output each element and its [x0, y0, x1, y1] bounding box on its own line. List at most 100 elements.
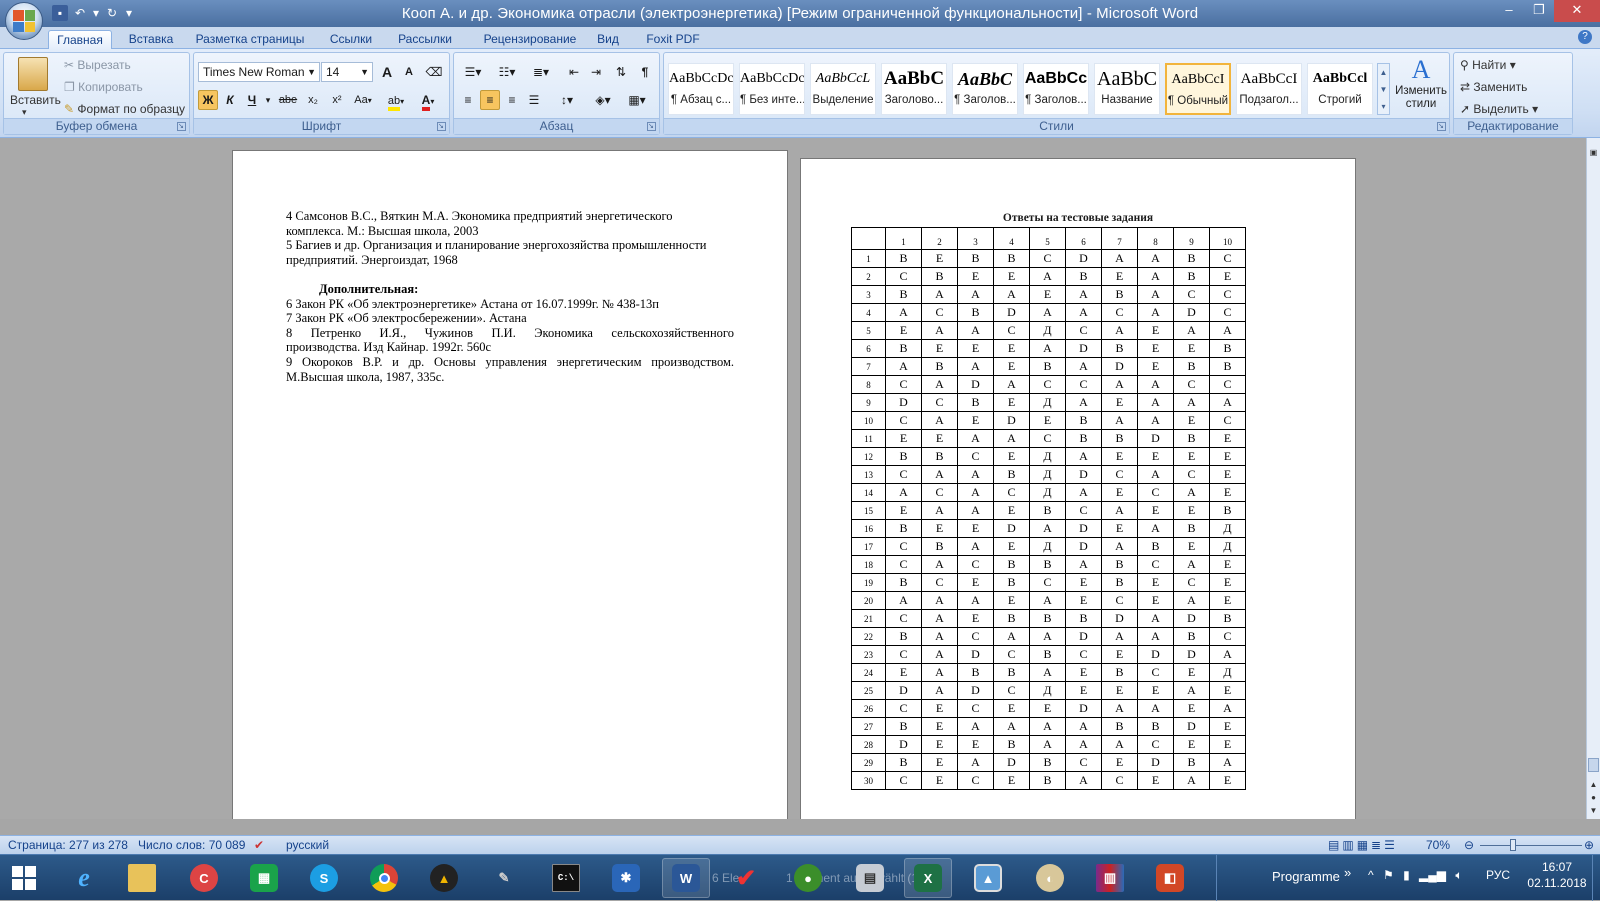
programme-toolbar[interactable]: Programme	[1272, 869, 1340, 884]
font-launcher-icon[interactable]: ↘	[437, 122, 446, 131]
decrease-indent-icon[interactable]: ⇤	[564, 62, 584, 82]
style-strong[interactable]: AaBbCcl Строгий	[1307, 63, 1373, 115]
start-button[interactable]	[0, 858, 48, 898]
ruler-toggle-icon[interactable]: ▣	[1587, 146, 1600, 159]
zoom-in-icon[interactable]: ⊕	[1584, 836, 1594, 854]
justify-icon[interactable]: ☰	[524, 90, 544, 110]
tab-mailings[interactable]: Рассылки	[392, 30, 458, 49]
print-layout-icon[interactable]: ▤	[1328, 838, 1342, 852]
shading-icon[interactable]: ◈▾	[588, 90, 618, 110]
web-layout-icon[interactable]: ▦	[1357, 838, 1371, 852]
subscript-button[interactable]: x₂	[302, 90, 324, 110]
tab-insert[interactable]: Вставка	[118, 30, 184, 49]
taskbar-green-app[interactable]: ●	[784, 858, 832, 898]
tab-foxit-pdf[interactable]: Foxit PDF	[640, 30, 706, 49]
tab-page-layout[interactable]: Разметка страницы	[190, 30, 310, 49]
taskbar-image-viewer[interactable]: ▲	[964, 858, 1012, 898]
borders-icon[interactable]: ▦▾	[622, 90, 652, 110]
chevron-up-icon[interactable]: ▲	[1378, 64, 1389, 81]
language-indicator[interactable]: русский	[286, 836, 329, 854]
flag-icon[interactable]: ⚑	[1383, 868, 1394, 882]
sort-icon[interactable]: ⇅	[610, 62, 632, 82]
page-count[interactable]: Страница: 277 из 278	[8, 836, 128, 854]
show-desktop-button[interactable]	[1592, 855, 1600, 901]
grow-font-button[interactable]: A	[377, 62, 397, 82]
tab-references[interactable]: Ссылки	[318, 30, 384, 49]
taskbar-pen-tool[interactable]: ✎	[480, 858, 528, 898]
taskbar-store[interactable]: ▦	[240, 858, 288, 898]
font-name-select[interactable]: Times New Roman ▼	[198, 62, 320, 82]
paragraph-launcher-icon[interactable]: ↘	[647, 122, 656, 131]
font-color-button[interactable]: A▾	[414, 90, 442, 111]
taskbar-office-tool[interactable]: ◧	[1146, 858, 1194, 898]
strikethrough-button[interactable]: abe	[276, 90, 300, 110]
show-hidden-icons-icon[interactable]: ^	[1368, 868, 1374, 882]
outline-icon[interactable]: ≣	[1371, 838, 1384, 852]
taskbar-calculator[interactable]: ▤	[846, 858, 894, 898]
taskbar-ccleaner[interactable]: C	[180, 858, 228, 898]
style-heading[interactable]: AaBbC Заголово...	[881, 63, 947, 115]
numbering-icon[interactable]: ☷▾	[492, 62, 522, 82]
tab-home[interactable]: Главная	[48, 30, 112, 49]
font-size-select[interactable]: 14 ▼	[321, 62, 373, 82]
align-right-icon[interactable]: ≡	[502, 90, 522, 110]
taskbar-explorer[interactable]	[118, 858, 166, 898]
scrollbar-thumb[interactable]	[1588, 758, 1599, 772]
minimize-button[interactable]: –	[1494, 0, 1524, 22]
shrink-font-button[interactable]: A	[399, 62, 419, 82]
vertical-scrollbar[interactable]: ▣ ▲ ● ▼	[1586, 138, 1600, 819]
taskbar-skype[interactable]: S	[300, 858, 348, 898]
underline-button[interactable]: Ч	[242, 90, 262, 110]
find-button[interactable]: ⚲ Найти ▾	[1460, 56, 1516, 74]
align-left-icon[interactable]: ≡	[458, 90, 478, 110]
close-button[interactable]: ✕	[1554, 0, 1600, 22]
taskbar-checklist[interactable]: ✔	[722, 858, 770, 898]
taskbar-paint[interactable]: ◐	[1026, 858, 1074, 898]
select-button[interactable]: ➚ Выделить ▾	[1460, 100, 1538, 118]
clear-format-icon[interactable]: ⌫	[423, 62, 445, 82]
chevron-down-icon[interactable]: ▼	[1378, 81, 1389, 98]
taskbar-command-prompt[interactable]: C:\	[542, 858, 590, 898]
change-case-button[interactable]: Aa▾	[350, 90, 376, 110]
increase-indent-icon[interactable]: ⇥	[586, 62, 606, 82]
draft-icon[interactable]: ☰	[1384, 838, 1398, 852]
taskbar-winrar[interactable]: ▥	[1086, 858, 1134, 898]
document-page-left[interactable]: 4 Самсонов В.С., Вяткин М.А. Экономика п…	[232, 150, 788, 819]
taskbar-app-triangle[interactable]: ▲	[420, 858, 468, 898]
show-marks-button[interactable]: ¶	[634, 62, 656, 82]
clipboard-launcher-icon[interactable]: ↘	[177, 122, 186, 131]
style-heading-2[interactable]: AaBbCc ¶ Заголов...	[1023, 63, 1089, 115]
more-icon[interactable]: ▾	[1378, 98, 1389, 115]
previous-page-icon[interactable]: ▲	[1587, 778, 1600, 791]
style-title[interactable]: AaBbC Название	[1094, 63, 1160, 115]
underline-dropdown-icon[interactable]: ▾	[264, 90, 272, 110]
style-subtitle[interactable]: AaBbCcI Подзагол...	[1236, 63, 1302, 115]
spell-check-icon[interactable]: ✔	[254, 836, 264, 854]
toolbar-expand-button[interactable]: »	[1344, 865, 1351, 880]
paste-icon[interactable]	[18, 57, 48, 91]
word-count[interactable]: Число слов: 70 089	[138, 836, 245, 854]
taskbar-word[interactable]: W	[662, 858, 710, 898]
styles-launcher-icon[interactable]: ↘	[1437, 122, 1446, 131]
zoom-out-icon[interactable]: ⊖	[1464, 836, 1474, 854]
battery-icon[interactable]: ▮	[1403, 868, 1410, 882]
view-buttons[interactable]: ▤▥▦≣☰	[1328, 836, 1398, 854]
style-normal[interactable]: AaBbCcI ¶ Обычный	[1165, 63, 1231, 115]
zoom-level[interactable]: 70%	[1426, 836, 1450, 854]
styles-scroll[interactable]: ▲ ▼ ▾	[1377, 63, 1390, 115]
style-no-spacing[interactable]: AaBbCcDc ¶ Без инте...	[739, 63, 805, 115]
align-center-icon[interactable]: ≡	[480, 90, 500, 110]
network-icon[interactable]: ▂▄▆	[1419, 868, 1446, 882]
taskbar-internet-explorer[interactable]: e	[60, 858, 108, 898]
input-language[interactable]: РУС	[1486, 868, 1510, 882]
select-browse-object-icon[interactable]: ●	[1587, 791, 1600, 804]
tab-review[interactable]: Рецензирование	[470, 30, 590, 49]
next-page-icon[interactable]: ▼	[1587, 804, 1600, 817]
change-styles-button[interactable]: A Изменить стили	[1394, 55, 1448, 119]
multilevel-list-icon[interactable]: ≣▾	[526, 62, 556, 82]
volume-icon[interactable]: 🔈︎	[1455, 868, 1462, 882]
tab-view[interactable]: Вид	[596, 30, 620, 49]
office-button[interactable]	[5, 2, 43, 40]
zoom-slider[interactable]	[1480, 845, 1582, 846]
document-page-right[interactable]: Ответы на тестовые задания 1 2 3 4 5 6 7 8 9 10 1…	[800, 158, 1356, 819]
